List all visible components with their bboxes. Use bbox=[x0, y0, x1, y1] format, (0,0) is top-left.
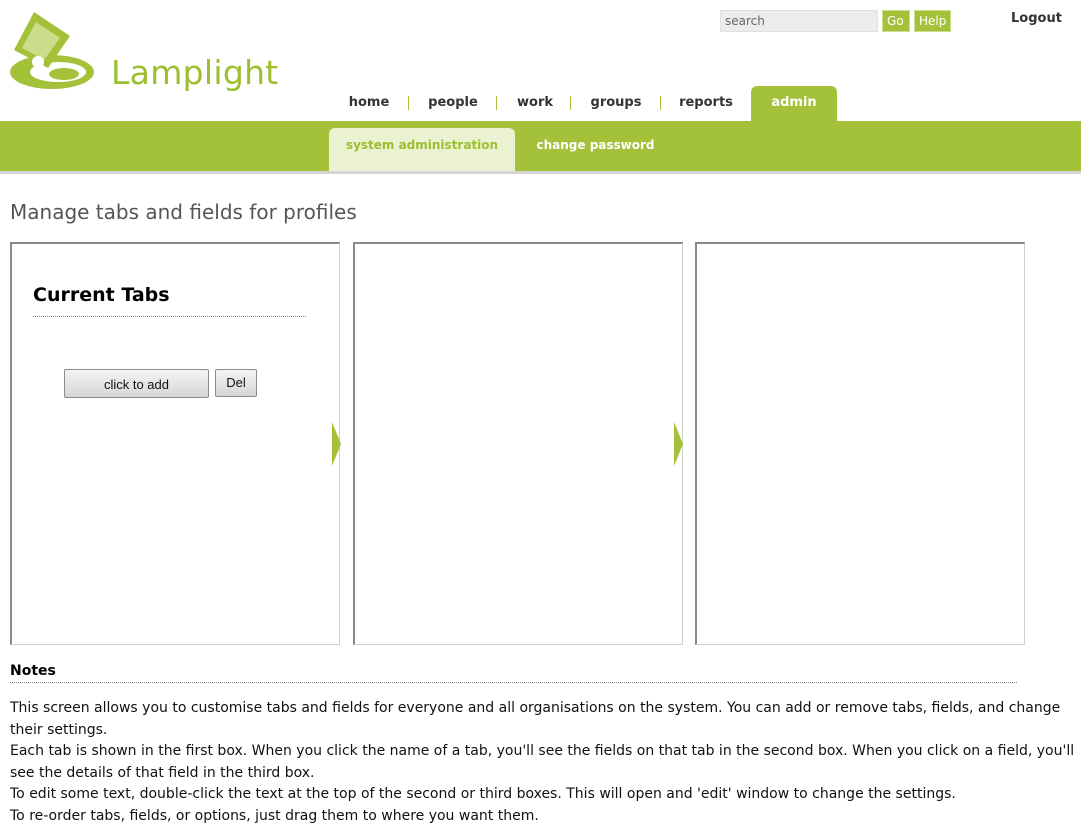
notes-heading: Notes bbox=[10, 663, 56, 679]
current-tabs-heading: Current Tabs bbox=[33, 284, 170, 306]
notes-paragraph: To edit some text, double-click the text… bbox=[10, 784, 1075, 806]
nav-reports[interactable]: reports bbox=[670, 86, 742, 120]
lamp-logo-icon bbox=[8, 10, 108, 92]
subnav-bar: system administration change password bbox=[0, 121, 1081, 171]
help-button[interactable]: Help bbox=[914, 10, 951, 32]
nav-separator bbox=[570, 96, 571, 110]
subnav-system-administration[interactable]: system administration bbox=[329, 128, 515, 171]
add-tab-button[interactable]: click to add bbox=[64, 369, 209, 398]
nav-admin[interactable]: admin bbox=[751, 86, 837, 122]
nav-separator bbox=[408, 96, 409, 110]
notes-paragraph: To re-order tabs, fields, or options, ju… bbox=[10, 806, 1075, 827]
heading-divider bbox=[33, 316, 306, 317]
subnav-shadow bbox=[0, 171, 1081, 174]
arrow-right-icon bbox=[332, 422, 341, 466]
brand-name: Lamplight bbox=[111, 56, 279, 89]
tabs-panel: Current Tabs click to add Del bbox=[10, 242, 340, 645]
delete-tab-button[interactable]: Del bbox=[215, 369, 257, 397]
logout-link[interactable]: Logout bbox=[1011, 11, 1062, 26]
arrow-right-icon bbox=[674, 422, 683, 466]
nav-work[interactable]: work bbox=[506, 86, 564, 120]
notes-paragraph: Each tab is shown in the first box. When… bbox=[10, 741, 1075, 784]
fields-panel bbox=[353, 242, 683, 645]
go-button[interactable]: Go bbox=[882, 10, 910, 32]
notes-paragraph: This screen allows you to customise tabs… bbox=[10, 698, 1075, 741]
nav-separator bbox=[660, 96, 661, 110]
search-input[interactable] bbox=[720, 10, 878, 32]
notes-divider bbox=[10, 682, 1017, 683]
field-details-panel bbox=[695, 242, 1025, 645]
nav-groups[interactable]: groups bbox=[580, 86, 652, 120]
notes-body: This screen allows you to customise tabs… bbox=[10, 698, 1075, 827]
logo[interactable]: Lamplight bbox=[8, 10, 270, 92]
nav-separator bbox=[496, 96, 497, 110]
nav-home[interactable]: home bbox=[338, 86, 400, 120]
subnav-change-password[interactable]: change password bbox=[523, 128, 668, 171]
page-title: Manage tabs and fields for profiles bbox=[10, 200, 357, 224]
nav-people[interactable]: people bbox=[418, 86, 488, 120]
